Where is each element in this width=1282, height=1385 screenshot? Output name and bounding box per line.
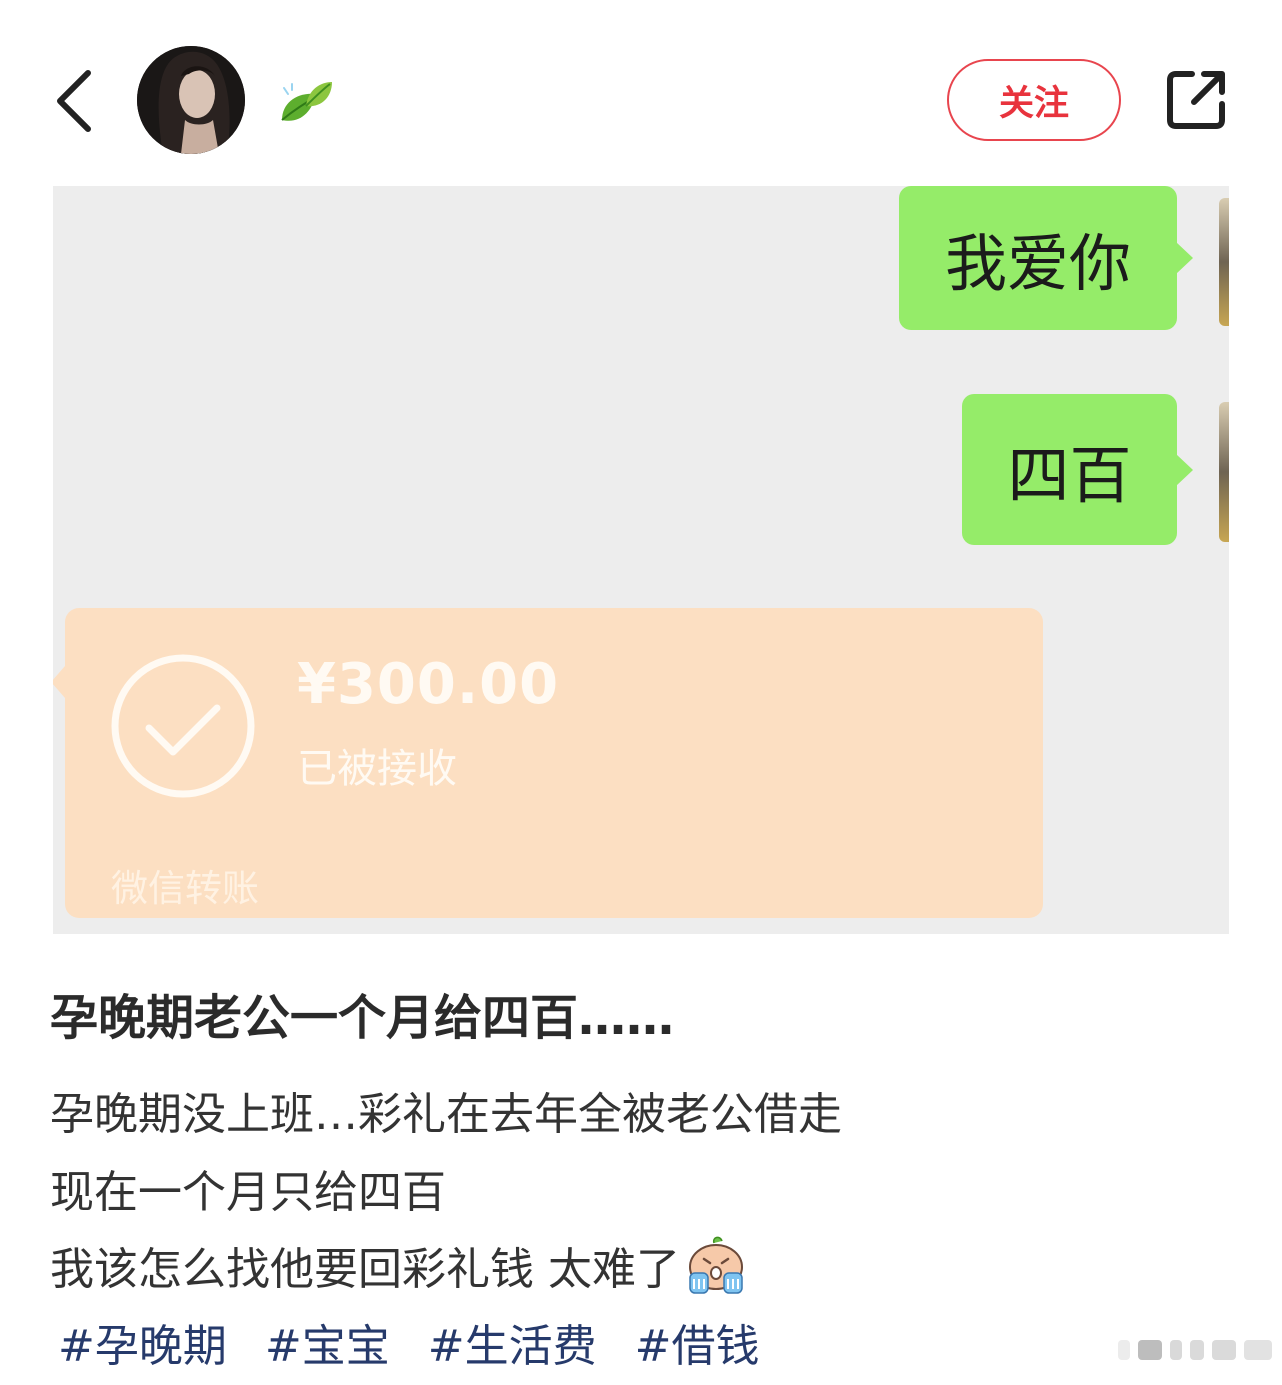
wechat-transfer-card: ¥300.00 已被接收 微信转账	[53, 608, 1043, 918]
transfer-footer: 微信转账	[111, 867, 259, 910]
post-body-line: 现在一个月只给四百	[50, 1156, 446, 1220]
hashtag-link[interactable]: #生活费	[428, 1310, 597, 1374]
chat-avatar	[1219, 198, 1229, 326]
hashtag-link[interactable]: #借钱	[635, 1310, 760, 1374]
hashtag-list: #孕晚期 #宝宝 #生活费 #借钱	[58, 1310, 760, 1374]
post-body-line: 孕晚期没上班…彩礼在去年全被老公借走	[50, 1078, 842, 1142]
hashtag-link[interactable]: #孕晚期	[58, 1310, 227, 1374]
chat-bubble: 我爱你	[899, 186, 1193, 330]
post-body-text: 孕晚期没上班…彩礼在去年全被老公借走	[50, 1089, 842, 1140]
hashtag-link[interactable]: #宝宝	[265, 1310, 390, 1374]
back-button[interactable]	[48, 66, 100, 136]
post-title: 孕晚期老公一个月给四百……	[50, 990, 675, 1046]
chat-bubble: 四百	[962, 394, 1193, 545]
post-body-text: 我该怎么找他要回彩礼钱 太难了	[50, 1244, 680, 1295]
author-avatar[interactable]	[137, 46, 245, 154]
chat-avatar	[1219, 402, 1229, 542]
follow-button[interactable]: 关注	[947, 59, 1121, 141]
post-body-text: 现在一个月只给四百	[50, 1167, 446, 1218]
watermark-mark	[1118, 1340, 1272, 1360]
share-icon	[1167, 71, 1225, 129]
post-detail-page: 关注 我爱你 四百 ¥300.00 已被接收 微信转账 孕晚期老公一个月给四百……	[0, 0, 1282, 1385]
transfer-amount: ¥300.00	[297, 652, 560, 717]
leaf-icon	[276, 76, 336, 130]
check-circle-icon	[111, 654, 255, 798]
share-button[interactable]	[1164, 68, 1228, 132]
avatar-portrait	[137, 46, 245, 154]
post-body-line: 我该怎么找他要回彩礼钱 太难了	[50, 1233, 748, 1297]
transfer-status: 已被接收	[297, 746, 457, 792]
chevron-left-icon	[57, 70, 91, 132]
post-image[interactable]: 我爱你 四百 ¥300.00 已被接收 微信转账	[53, 186, 1229, 934]
crying-emoji-icon	[689, 1236, 743, 1294]
